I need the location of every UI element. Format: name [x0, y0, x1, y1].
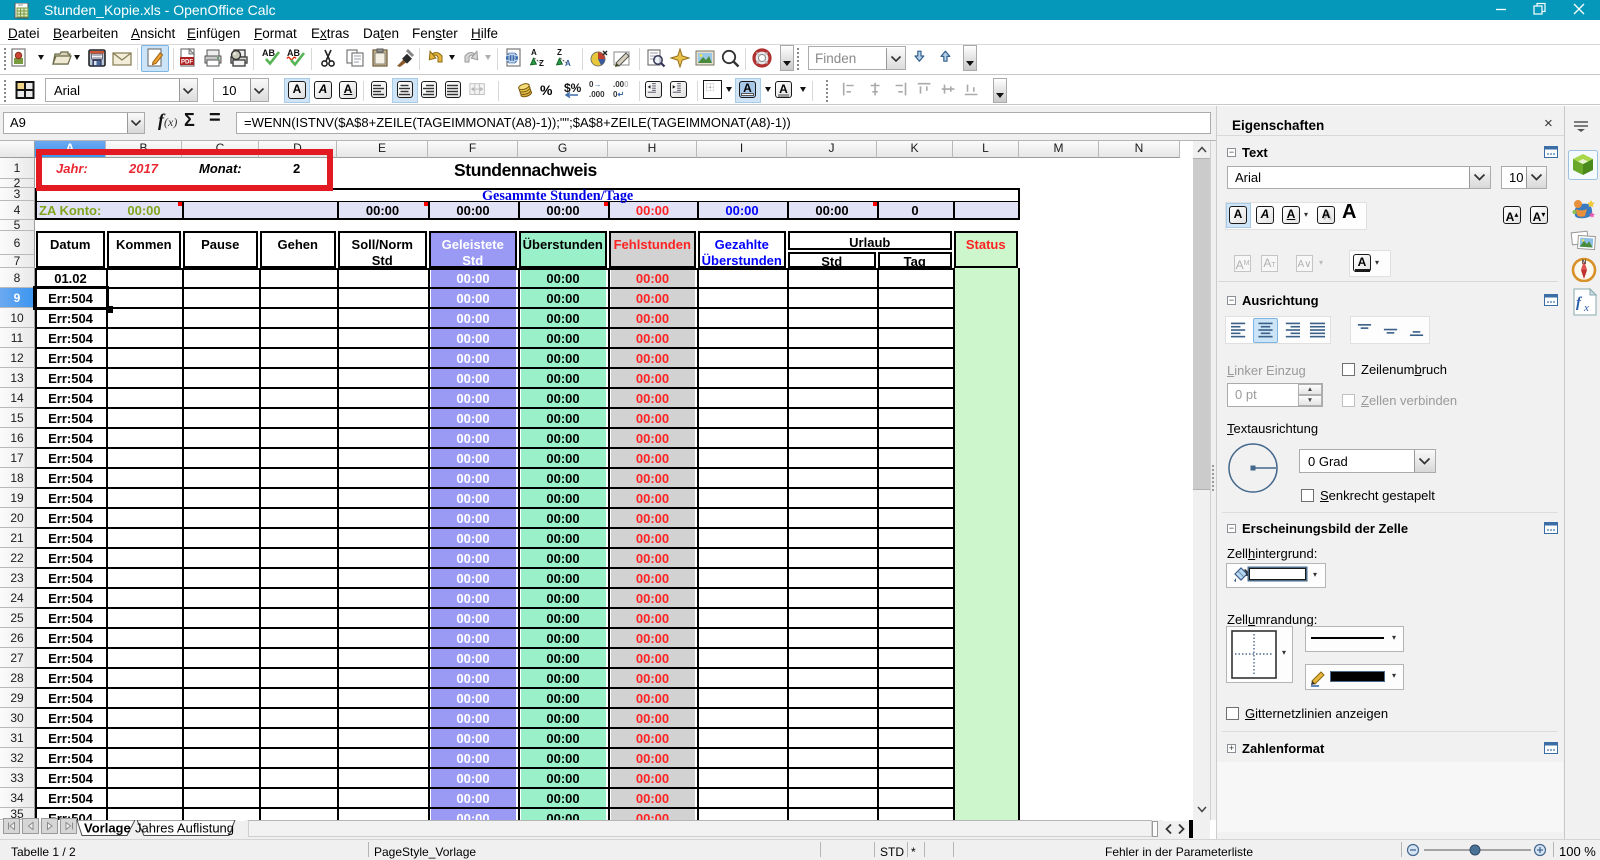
svg-text:PDF: PDF	[181, 60, 193, 66]
svg-text:A: A	[531, 48, 537, 57]
svg-text:Z: Z	[557, 48, 562, 57]
svg-text:Z: Z	[539, 59, 544, 67]
svg-text:AB: AB	[262, 48, 275, 58]
svg-text:Jahres Auflistung: Jahres Auflistung	[135, 821, 234, 836]
svg-text:N: N	[1582, 260, 1586, 266]
svg-text:Vorlage: Vorlage	[84, 821, 131, 836]
svg-text:AB: AB	[287, 48, 300, 58]
svg-text:x: x	[1583, 302, 1589, 314]
